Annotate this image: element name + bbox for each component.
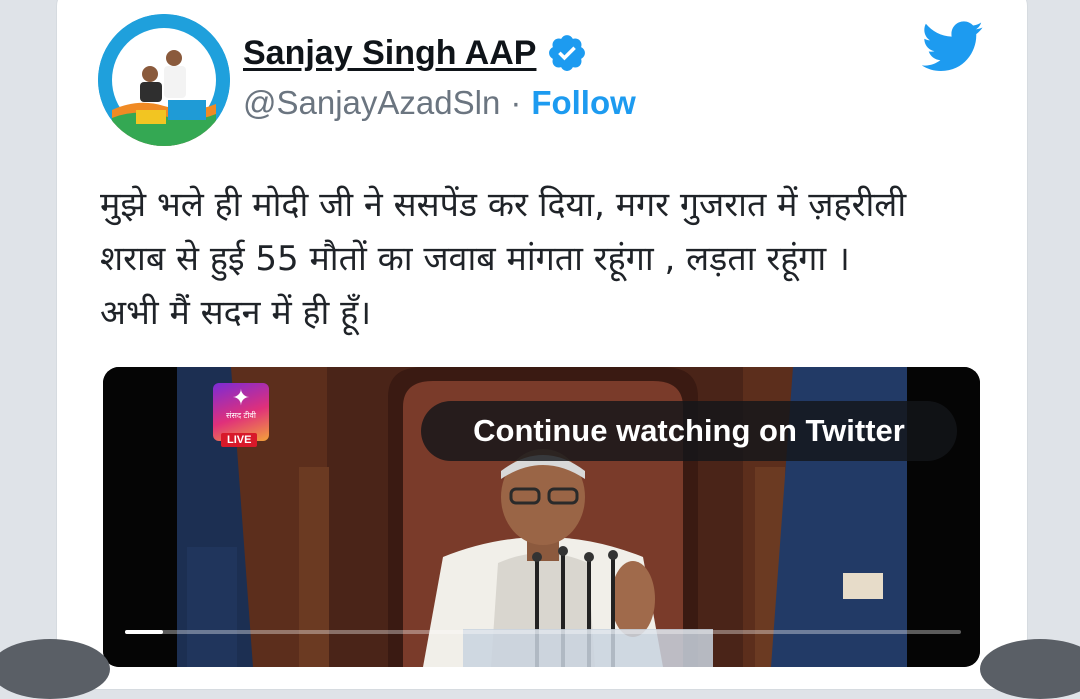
avatar[interactable]: ONE CHANCE TO AAP (98, 14, 230, 146)
video-progress-fill (125, 630, 163, 634)
video-progress-bar[interactable] (125, 630, 961, 634)
author-display-name[interactable]: Sanjay Singh AAP (243, 34, 536, 73)
tweet-text-line: मुझे भले ही मोदी जी ने ससपेंड कर दिया, म… (100, 178, 990, 232)
separator-dot: · (510, 84, 521, 122)
author-handle[interactable]: @SanjayAzadSln (243, 84, 500, 122)
tweet-text-line: अभी मैं सदन में ही हूँ। (100, 286, 990, 340)
tweet-text: मुझे भले ही मोदी जी ने ससपेंड कर दिया, म… (100, 178, 990, 340)
video-player[interactable]: ✦ संसद टीवी LIVE Continue watching on Tw… (103, 367, 980, 667)
live-badge: LIVE (221, 433, 257, 447)
author-name-row: Sanjay Singh AAP (243, 30, 588, 76)
screen-corner-right (980, 639, 1080, 699)
continue-watching-button[interactable]: Continue watching on Twitter (421, 401, 957, 461)
avatar-image: ONE CHANCE TO AAP (98, 14, 230, 146)
verified-badge-icon (546, 32, 588, 74)
author-handle-row: @SanjayAzadSln · Follow (243, 84, 636, 122)
twitter-bird-icon[interactable] (922, 20, 984, 74)
channel-logo-text: संसद टीवी (213, 411, 269, 421)
tweet-text-line: शराब से हुई 55 मौतों का जवाब मांगता रहूं… (100, 232, 990, 286)
follow-button[interactable]: Follow (531, 84, 635, 122)
channel-logo-glyph: ✦ (213, 385, 269, 411)
screen-corner-left (0, 639, 110, 699)
